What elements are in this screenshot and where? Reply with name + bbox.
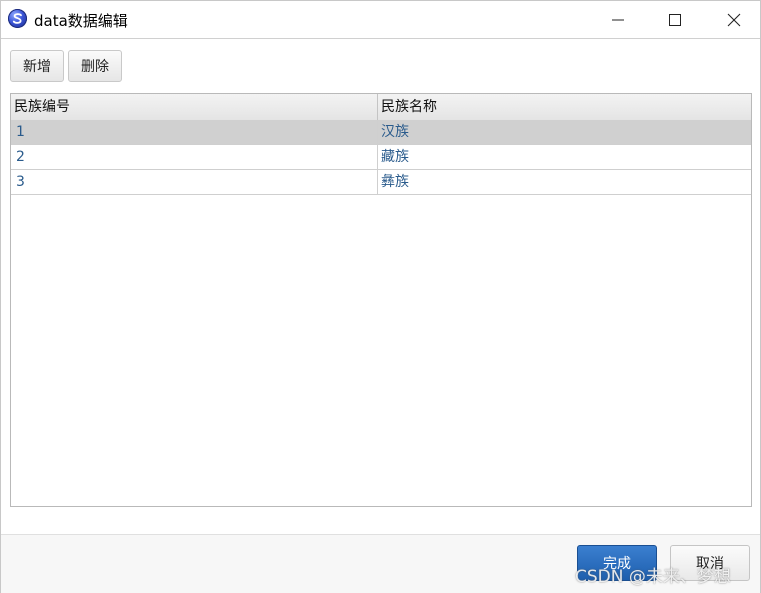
title-bar[interactable]: data数据编辑 <box>1 1 760 39</box>
maximize-button[interactable] <box>652 1 698 38</box>
close-button[interactable] <box>711 1 757 38</box>
dialog-window: data数据编辑 新增 删除 民族编号 民族名称 1 汉族 2 藏族 3 彝族 … <box>0 0 761 593</box>
delete-button[interactable]: 删除 <box>68 50 122 82</box>
watermark-text: CSDN @未来、梦想 <box>575 567 731 587</box>
data-grid[interactable]: 民族编号 民族名称 1 汉族 2 藏族 3 彝族 <box>10 93 752 507</box>
cell-id[interactable]: 1 <box>11 120 378 144</box>
minimize-button[interactable] <box>595 1 641 38</box>
maximize-icon <box>669 14 681 26</box>
cell-name[interactable]: 汉族 <box>378 120 751 144</box>
grid-header: 民族编号 民族名称 <box>11 94 751 121</box>
cell-id[interactable]: 2 <box>11 145 378 169</box>
minimize-icon <box>612 19 624 21</box>
app-logo-icon <box>8 9 27 28</box>
window-title: data数据编辑 <box>34 12 128 30</box>
table-row[interactable]: 2 藏族 <box>11 145 751 170</box>
add-button[interactable]: 新增 <box>10 50 64 82</box>
column-header-name[interactable]: 民族名称 <box>378 94 751 120</box>
cell-name[interactable]: 彝族 <box>378 170 751 194</box>
column-header-id[interactable]: 民族编号 <box>11 94 378 120</box>
close-icon <box>727 13 741 27</box>
table-row[interactable]: 3 彝族 <box>11 170 751 195</box>
table-row[interactable]: 1 汉族 <box>11 120 751 145</box>
cell-id[interactable]: 3 <box>11 170 378 194</box>
cell-name[interactable]: 藏族 <box>378 145 751 169</box>
